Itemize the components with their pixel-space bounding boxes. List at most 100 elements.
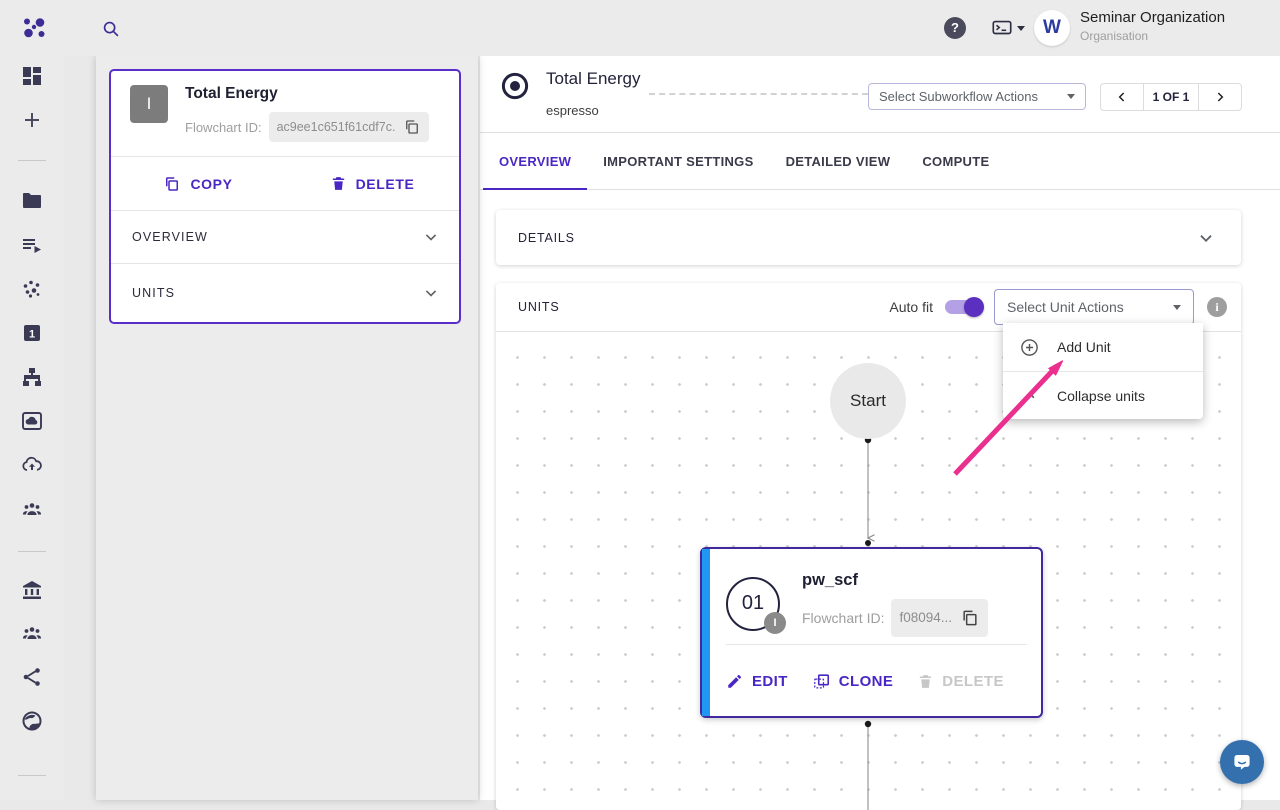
clone-label: CLONE (839, 673, 894, 690)
team-icon[interactable] (20, 497, 44, 521)
tab-important-settings[interactable]: IMPORTANT SETTINGS (587, 133, 769, 189)
subworkflow-pager: 1 OF 1 (1100, 83, 1242, 111)
console-menu-button[interactable] (990, 17, 1026, 39)
subworkflow-header: Total Energy espresso Select Subworkflow… (480, 56, 1280, 133)
chat-icon (1229, 749, 1255, 775)
folder-icon[interactable] (20, 189, 44, 213)
subworkflow-target-icon (500, 71, 530, 106)
unit-accent-strip (702, 549, 710, 716)
details-accordion[interactable]: DETAILS (496, 210, 1241, 265)
dashboard-icon[interactable] (20, 64, 44, 88)
delete-label: DELETE (942, 673, 1004, 690)
workflow-title: Total Energy (185, 85, 429, 103)
subworkflow-side-panel: I Total Energy Flowchart ID: ac9ee1c651f… (96, 56, 478, 800)
globe-icon[interactable] (20, 709, 44, 733)
pager-next-button[interactable] (1199, 84, 1241, 110)
rail-divider (18, 551, 46, 552)
chevron-down-icon (1017, 26, 1025, 31)
pager-prev-button[interactable] (1101, 84, 1143, 110)
auto-fit-label: Auto fit (889, 299, 933, 315)
unit-number: 01 (742, 592, 764, 615)
chevron-down-icon (421, 227, 441, 247)
title-edit-underline[interactable] (649, 71, 869, 95)
menu-item-collapse-units[interactable]: Collapse units (1003, 371, 1203, 419)
svg-text:1: 1 (29, 329, 35, 341)
chevron-down-icon[interactable] (1195, 227, 1217, 249)
account-info[interactable]: Seminar Organization Organisation (1080, 9, 1225, 43)
menu-item-add-unit[interactable]: Add Unit (1003, 323, 1203, 371)
org-type-label: Organisation (1080, 29, 1225, 43)
edit-label: EDIT (752, 673, 788, 690)
chat-launcher[interactable] (1220, 740, 1264, 784)
unit-flowchart-id-field[interactable]: f08094... (891, 599, 988, 637)
unit-clone-button[interactable]: CLONE (812, 672, 894, 691)
main-content: Total Energy espresso Select Subworkflow… (480, 56, 1280, 800)
delete-button[interactable]: DELETE (285, 157, 459, 210)
clone-icon (812, 672, 831, 691)
section-overview[interactable]: OVERVIEW (111, 211, 459, 264)
add-icon[interactable] (20, 108, 44, 132)
workflow-sitemap-icon[interactable] (20, 365, 44, 389)
application-label: espresso (546, 103, 868, 118)
share-icon[interactable] (20, 665, 44, 689)
jobs-list-icon[interactable] (20, 233, 44, 257)
menu-item-label: Collapse units (1057, 388, 1145, 404)
plus-circle-icon (1019, 337, 1040, 358)
chevron-down-icon (1173, 305, 1181, 310)
subworkflow-actions-label: Select Subworkflow Actions (879, 89, 1038, 104)
unit-node-pw-scf[interactable]: 01 I pw_scf Flowchart ID: f08094... (700, 547, 1043, 718)
top-bar: ? W Seminar Organization Organisation (0, 0, 1280, 56)
unit-flowchart-id-value: f08094... (899, 610, 952, 625)
rail-divider (18, 160, 46, 161)
start-node[interactable]: Start (830, 363, 906, 439)
rail-divider (18, 775, 46, 776)
pencil-icon (726, 672, 744, 690)
flowchart-id-field[interactable]: ac9ee1c651f61cdf7c... (269, 112, 429, 142)
workflow-summary-card: I Total Energy Flowchart ID: ac9ee1c651f… (109, 69, 461, 324)
auto-fit-toggle[interactable] (945, 300, 981, 314)
unit-number-circle: 01 I (726, 577, 780, 631)
users-icon[interactable] (20, 621, 44, 645)
section-units[interactable]: UNITS (111, 264, 459, 322)
subworkflow-title[interactable]: Total Energy (546, 69, 641, 95)
upload-box-icon[interactable] (20, 409, 44, 433)
chevron-up-icon (1019, 385, 1040, 406)
avatar[interactable]: W (1034, 10, 1070, 46)
chevron-down-icon (421, 283, 441, 303)
menu-item-label: Add Unit (1057, 339, 1111, 355)
workflow-card-header: I Total Energy Flowchart ID: ac9ee1c651f… (111, 71, 459, 157)
info-icon[interactable]: i (1207, 297, 1227, 317)
tab-detailed-view[interactable]: DETAILED VIEW (770, 133, 907, 189)
pager-label: 1 OF 1 (1143, 84, 1199, 110)
auto-fit-control: Auto fit (889, 299, 981, 315)
flowchart-id-label: Flowchart ID: (185, 120, 262, 135)
tab-overview[interactable]: OVERVIEW (483, 133, 587, 189)
unit-actions-label: Select Unit Actions (1007, 299, 1124, 315)
app-logo-icon[interactable] (20, 16, 48, 40)
copy-icon[interactable] (960, 608, 980, 628)
trash-icon (330, 175, 347, 192)
tab-compute[interactable]: COMPUTE (906, 133, 1005, 189)
copy-icon[interactable] (403, 118, 421, 136)
chevron-down-icon (1067, 94, 1075, 99)
section-label: OVERVIEW (132, 230, 208, 244)
unit-name: pw_scf (802, 571, 988, 590)
section-label: UNITS (132, 286, 175, 300)
units-label: UNITS (518, 300, 560, 314)
toggle-knob[interactable] (964, 297, 984, 317)
workflow-card-actions: COPY DELETE (111, 157, 459, 211)
unit-edit-button[interactable]: EDIT (726, 672, 788, 690)
copy-button[interactable]: COPY (111, 157, 285, 210)
details-label: DETAILS (518, 231, 575, 245)
subworkflow-actions-dropdown[interactable]: Select Subworkflow Actions (868, 83, 1086, 110)
unit-one-icon[interactable]: 1 (20, 321, 44, 345)
cloud-upload-icon[interactable] (20, 453, 44, 477)
workflow-type-badge: I (130, 85, 168, 123)
materials-dots-icon[interactable] (20, 277, 44, 301)
help-icon[interactable]: ? (944, 17, 966, 39)
unit-delete-button[interactable]: DELETE (917, 673, 1004, 690)
search-icon[interactable] (100, 18, 122, 40)
organization-bank-icon[interactable] (20, 578, 44, 602)
delete-label: DELETE (356, 176, 415, 192)
unit-actions-dropdown[interactable]: Select Unit Actions (994, 289, 1194, 325)
